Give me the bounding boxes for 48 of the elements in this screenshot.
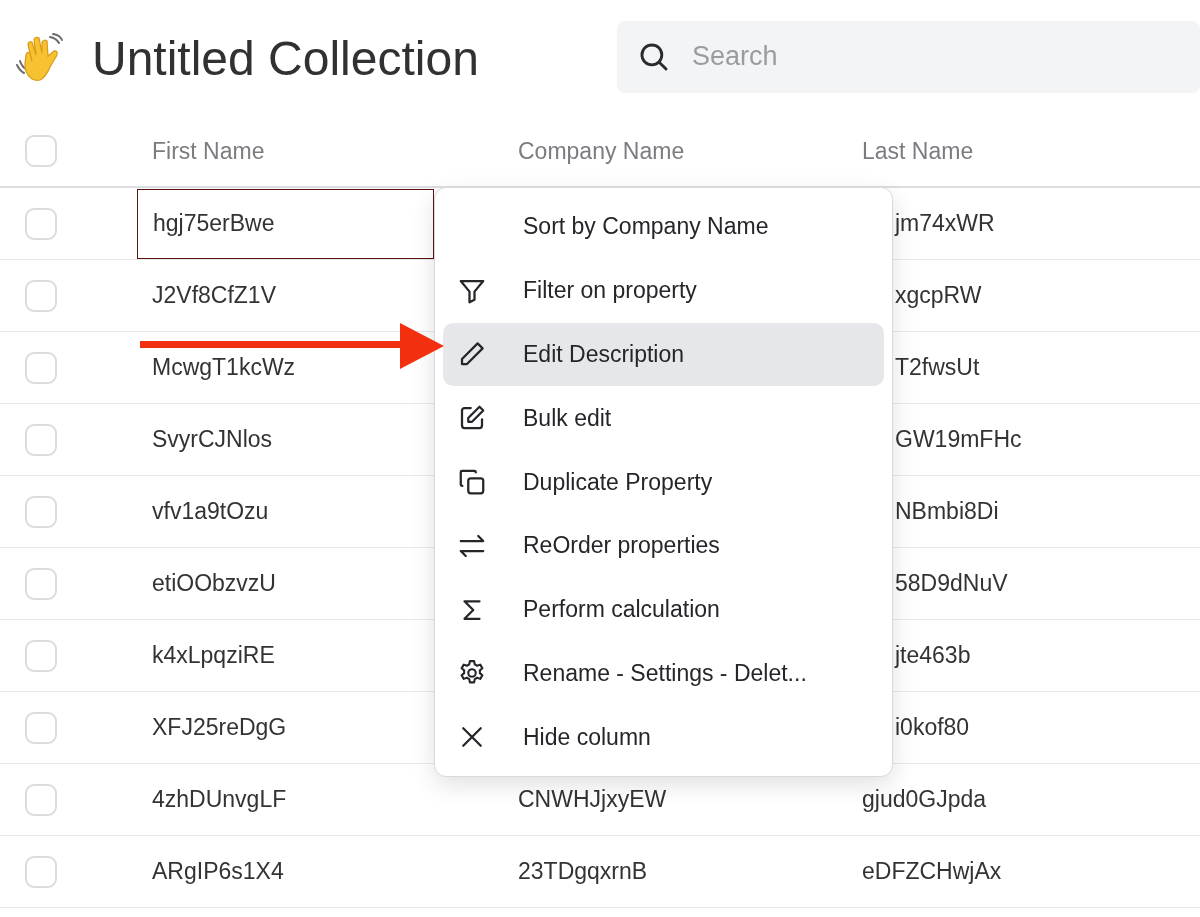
row-checkbox[interactable] [25,423,57,456]
menu-item[interactable]: Filter on property [443,258,884,323]
row-checkbox[interactable] [25,351,57,384]
row-checkbox[interactable] [25,711,57,744]
column-header[interactable]: Last Name [847,137,974,164]
collection-title: Untitled Collection [92,30,480,86]
row-checkbox[interactable] [25,855,57,888]
table-cell-text: ARgIP6s1X4 [151,857,284,886]
table-cell-text: 4zhDUnvgLF [151,785,287,814]
table-cell-text: XFJ25reDgG [151,713,287,742]
table-cell-text: 23TDgqxrnB [517,858,648,885]
select-all-checkbox[interactable] [25,135,57,167]
table-cell-text: xgcpRW [894,281,982,310]
column-header[interactable]: First Name [137,137,265,164]
row-checkbox[interactable] [25,495,57,528]
table-cell-text: CNWHJjxyEW [517,786,667,813]
row-checkbox[interactable] [25,207,57,240]
table-cell-text: NBmbi8Di [894,497,999,526]
table-cell-text: McwgT1kcWz [151,353,296,382]
table-cell-text: SvyrCJNlos [151,425,273,454]
table-cell-text: k4xLpqziRE [151,641,275,670]
table-cell-text: gjud0GJpda [861,785,987,814]
row-checkbox[interactable] [25,567,57,600]
menu-item[interactable]: Hide column [443,705,884,770]
table-cell-text: vfv1a9tOzu [151,497,269,526]
row-checkbox[interactable] [25,639,57,672]
table-cell-text: jm74xWR [893,209,995,238]
row-checkbox[interactable] [25,279,57,312]
table-cell-text: T2fwsUt [894,353,980,382]
row-checkbox[interactable] [25,783,57,816]
table-cell-text: jte463b [893,641,971,670]
menu-item[interactable]: ReOrder properties [443,513,884,578]
table-cell-text: GW19mFHc [894,425,1022,454]
column-header[interactable]: Company Name [503,137,685,164]
table-cell-text: i0kof80 [894,713,970,742]
menu-item[interactable]: Rename - Settings - Delet... [443,641,884,706]
menu-item[interactable]: Edit Description [443,322,884,387]
table-cell: hgj75erBwe [137,188,434,259]
menu-item[interactable]: Duplicate Property [443,450,884,514]
table-cell-text: etiOObzvzU [151,569,276,598]
menu-item[interactable]: Perform calculation [443,577,884,642]
table-cell-text: 58D9dNuV [894,569,1008,598]
menu-item[interactable]: Sort by Company Name [443,195,884,259]
search-field[interactable]: Search [617,20,1200,93]
copy-icon [457,467,487,497]
table-cell-text: J2Vf8CfZ1V [151,281,276,310]
menu-item[interactable]: Bulk edit [443,386,884,451]
table-cell-text: eDFZCHwjAx [861,857,1002,886]
